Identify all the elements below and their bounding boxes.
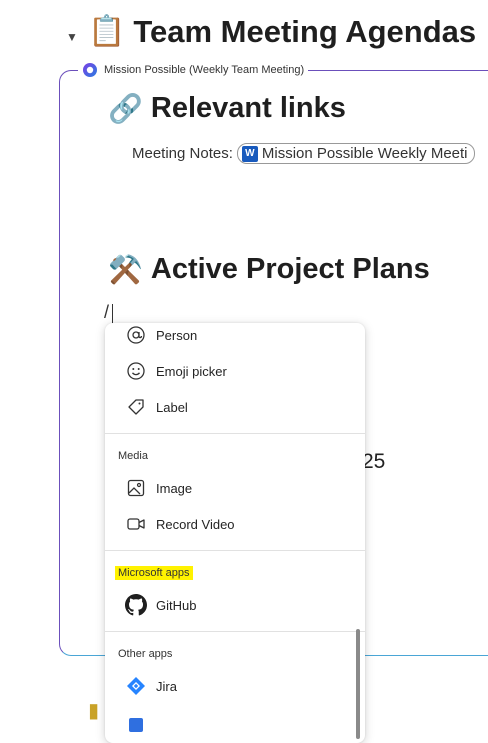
menu-divider	[105, 433, 365, 434]
menu-item-label: GitHub	[156, 597, 197, 613]
menu-item-record-video[interactable]: Record Video	[105, 506, 365, 542]
meeting-notes-row: Meeting Notes: W Mission Possible Weekly…	[132, 143, 475, 164]
loop-component-label[interactable]: Mission Possible (Weekly Team Meeting)	[78, 62, 309, 78]
hammer-pick-icon: ⚒️	[108, 253, 143, 285]
jira-icon	[125, 675, 147, 697]
meeting-notes-label: Meeting Notes:	[132, 145, 233, 162]
partial-text-behind-menu: 25	[362, 450, 386, 473]
insert-menu-dropdown: Person Emoji picker Label Media Image Re…	[105, 323, 365, 743]
menu-item-emoji-picker[interactable]: Emoji picker	[105, 353, 365, 389]
video-icon	[125, 513, 147, 535]
highlighted-group-title: Microsoft apps	[115, 566, 193, 580]
at-icon	[125, 324, 147, 346]
menu-item-next-app[interactable]	[105, 704, 365, 740]
image-icon	[125, 477, 147, 499]
media-group-label: Media	[118, 450, 148, 462]
menu-divider	[105, 631, 365, 632]
plans-heading-text: Active Project Plans	[150, 253, 430, 285]
menu-item-label-tag[interactable]: Label	[105, 389, 365, 425]
tag-icon	[125, 396, 147, 418]
menu-item-image[interactable]: Image	[105, 470, 365, 506]
links-section-heading: 🔗 Relevant links	[108, 92, 346, 125]
menu-item-label: Jira	[156, 678, 177, 694]
other-apps-group-label: Other apps	[118, 648, 173, 660]
loop-component-title: Mission Possible (Weekly Team Meeting)	[104, 64, 305, 76]
page-title-row: 📋 Team Meeting Agendas	[88, 14, 476, 50]
menu-item-label: Image	[156, 480, 193, 496]
menu-item-label: Emoji picker	[156, 363, 227, 379]
menu-item-label: Record Video	[156, 516, 235, 532]
page-title: Team Meeting Agendas	[133, 14, 477, 49]
links-heading-text: Relevant links	[150, 92, 346, 124]
word-doc-icon: W	[241, 145, 258, 162]
notebook-icon: ▮	[88, 700, 100, 722]
clipboard-icon: 📋	[88, 15, 126, 48]
plans-section-heading: ⚒️ Active Project Plans	[108, 253, 430, 286]
link-icon: 🔗	[108, 92, 143, 124]
github-icon	[125, 594, 147, 616]
microsoft-apps-group-label: Microsoft apps	[115, 566, 193, 580]
menu-item-github[interactable]: GitHub	[105, 587, 365, 623]
doc-link-text: Mission Possible Weekly Meeti	[261, 145, 468, 162]
meeting-notes-doc-link[interactable]: W Mission Possible Weekly Meeti	[236, 143, 475, 164]
menu-scrollbar[interactable]	[356, 629, 360, 739]
menu-item-jira[interactable]: Jira	[105, 668, 365, 704]
collapse-arrow-icon[interactable]: ▼	[66, 30, 78, 44]
menu-divider	[105, 550, 365, 551]
menu-item-person[interactable]: Person	[105, 323, 365, 353]
app-icon	[125, 711, 147, 733]
loop-app-icon	[83, 63, 97, 77]
typed-slash-command[interactable]: /	[104, 302, 109, 323]
menu-item-label: Person	[156, 327, 198, 343]
menu-item-label: Label	[156, 399, 188, 415]
emoji-icon	[125, 360, 147, 382]
